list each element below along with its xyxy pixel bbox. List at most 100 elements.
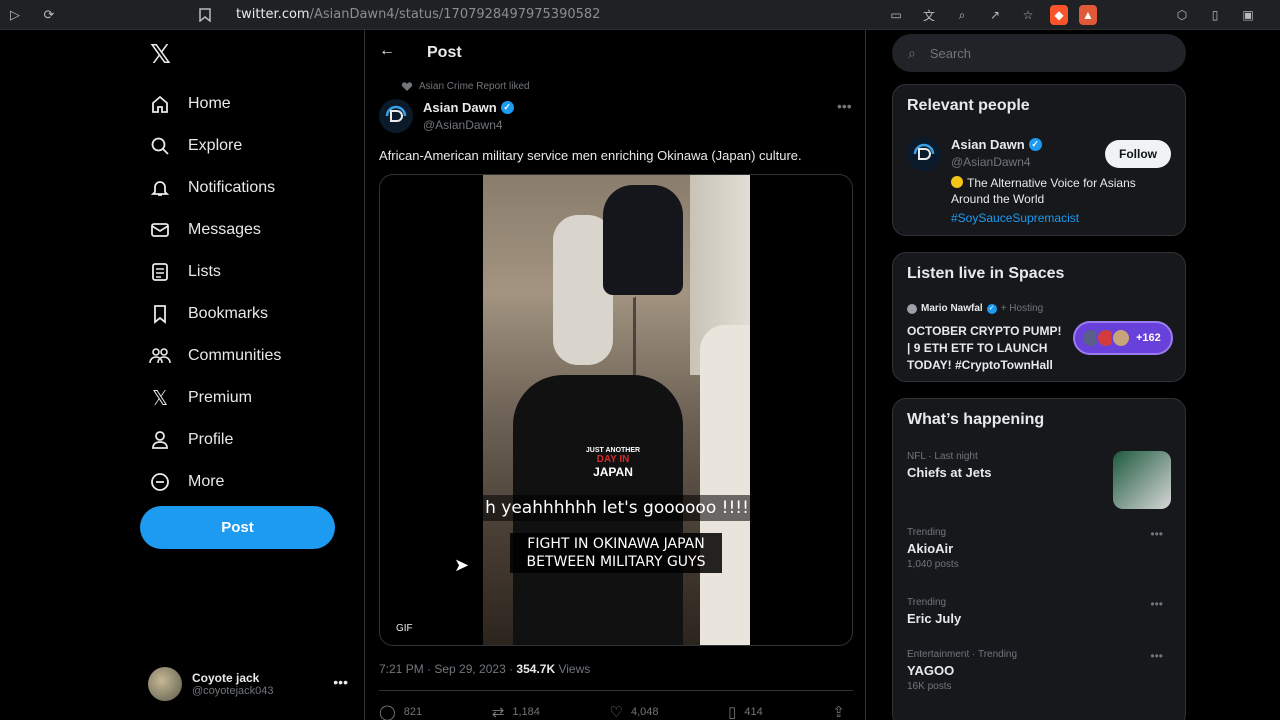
repost-count: 1,184 — [512, 706, 540, 718]
bio-text: The Alternative Voice for Asians Around … — [951, 176, 1136, 207]
nav-profile-label: Profile — [188, 431, 234, 448]
more-circle-icon — [148, 470, 172, 494]
back-arrow-icon[interactable]: ← — [379, 42, 395, 60]
person-handle: @AsianDawn4 — [951, 155, 1031, 169]
bookmark-icon — [148, 302, 172, 326]
space-host: Mario Nawfal ✓ + Hosting — [907, 303, 1043, 314]
more-dots-icon[interactable]: ••• — [1150, 527, 1163, 541]
more-dots-icon[interactable]: ••• — [1150, 649, 1163, 663]
space-title[interactable]: OCTOBER CRYPTO PUMP! | 9 ETH ETF TO LAUN… — [907, 323, 1067, 373]
brave-rewards-icon[interactable]: ▲ — [1079, 5, 1097, 25]
heart-icon — [401, 81, 413, 91]
x-icon: 𝕏 — [151, 386, 169, 410]
trend-item[interactable]: Trending AkioAir 1,040 posts ••• — [907, 527, 1173, 570]
x-logo-icon[interactable]: 𝕏 — [150, 40, 171, 70]
card-title: Relevant people — [907, 97, 1030, 114]
extensions-icon[interactable]: ⬡ — [1171, 5, 1193, 25]
asian-dawn-logo-icon — [385, 105, 407, 122]
like-button[interactable]: ♡ 4,048 — [610, 702, 659, 720]
bookmark-page-icon[interactable] — [192, 4, 218, 26]
hashtag-link[interactable]: #SoySauceSupremacist — [951, 211, 1079, 225]
avatar — [148, 667, 182, 701]
url-path: /AsianDawn4/status/1707928497975390582 — [309, 6, 601, 22]
overlay-line: BETWEEN MILITARY GUYS — [526, 554, 706, 571]
shirt-line: DAY IN — [596, 454, 630, 465]
heart-icon: ♡ — [609, 704, 623, 720]
avatar[interactable] — [907, 137, 941, 171]
author-handle[interactable]: @AsianDawn4 — [423, 118, 503, 132]
post-actions: ◯ 821 ⇄ 1,184 ♡ 4,048 ▯ 414 ⇪ — [379, 702, 853, 720]
reply-count: 821 — [403, 706, 423, 718]
search-input[interactable]: ⌕ Search — [892, 34, 1186, 72]
star-icon[interactable]: ☆ — [1017, 5, 1039, 25]
trend-name: YAGOO — [907, 663, 955, 678]
views-label: Views — [555, 662, 591, 676]
cast-icon[interactable]: ▭ — [885, 5, 907, 25]
more-dots-icon[interactable]: ••• — [837, 98, 852, 114]
share-button[interactable]: ⇪ — [832, 702, 853, 720]
wallet-icon[interactable]: ▣ — [1237, 5, 1259, 25]
social-context: Asian Crime Report liked — [401, 81, 530, 92]
reply-button[interactable]: ◯ 821 — [379, 702, 422, 720]
trend-count: 16K posts — [907, 681, 952, 692]
browser-toolbar: ▷ ⟳ twitter.com/AsianDawn4/status/170792… — [0, 0, 1280, 30]
url-host: twitter.com — [236, 6, 310, 22]
nav-lists-label: Lists — [188, 263, 221, 280]
nav-notifications-label: Notifications — [188, 179, 276, 196]
relevant-people-card: Relevant people Asian Dawn ✓ @AsianDawn4… — [892, 84, 1186, 236]
mouse-cursor-icon: ➤ — [454, 555, 470, 575]
nav-messages[interactable]: Messages — [148, 212, 261, 248]
author-avatar[interactable] — [379, 99, 413, 133]
tweet-text: African-American military service men en… — [379, 148, 802, 163]
video-player[interactable]: JUST ANOTHER DAY IN JAPAN h yeahhhhhh le… — [379, 174, 853, 646]
post-button[interactable]: Post — [140, 506, 335, 549]
video-frame: JUST ANOTHER DAY IN JAPAN — [483, 175, 750, 645]
author-name[interactable]: Asian Dawn ✓ — [423, 100, 514, 115]
sidebar-icon[interactable]: ▯ — [1204, 5, 1226, 25]
nav-communities[interactable]: Communities — [148, 338, 281, 374]
nav-notifications[interactable]: Notifications — [148, 170, 275, 206]
follow-button[interactable]: Follow — [1105, 140, 1171, 168]
bookmark-button[interactable]: ▯ 414 — [728, 702, 763, 720]
translate-icon[interactable]: 文 — [918, 5, 940, 25]
gif-badge: GIF — [396, 623, 413, 634]
address-bar[interactable]: twitter.com/AsianDawn4/status/1707928497… — [228, 2, 1278, 26]
trend-item[interactable]: Trending Eric July ••• — [907, 597, 1173, 626]
browser-actions: ▭ 文 ⌕ ↗ ☆ ◆ ▲ — [874, 4, 1097, 26]
person-name-label: Asian Dawn — [951, 137, 1025, 152]
share-icon[interactable]: ↗ — [984, 5, 1006, 25]
communities-icon — [148, 344, 172, 368]
main-column: ← Post Asian Crime Report liked Asian Da… — [364, 30, 866, 720]
account-switcher[interactable]: Coyote jack @coyotejack043 ••• — [148, 664, 348, 704]
space-listeners-pill[interactable]: +162 — [1073, 321, 1173, 355]
person-icon — [148, 428, 172, 452]
nav-premium-label: Premium — [188, 389, 253, 406]
nav-more[interactable]: More — [148, 464, 224, 500]
nav-bookmarks[interactable]: Bookmarks — [148, 296, 268, 332]
nav-explore[interactable]: Explore — [148, 128, 242, 164]
zoom-icon[interactable]: ⌕ — [951, 5, 973, 25]
social-context-label: Asian Crime Report liked — [419, 81, 530, 92]
brave-shields-icon[interactable]: ◆ — [1050, 5, 1068, 25]
play-icon[interactable]: ▷ — [2, 4, 28, 26]
nav-home-label: Home — [188, 95, 231, 112]
share-icon: ⇪ — [832, 704, 845, 720]
spaces-card: Listen live in Spaces Mario Nawfal ✓ + H… — [892, 252, 1186, 382]
left-nav: 𝕏 Home Explore Notifications Messages Li… — [140, 30, 360, 720]
nav-bookmarks-label: Bookmarks — [188, 305, 269, 322]
nav-lists[interactable]: Lists — [148, 254, 221, 290]
trend-item[interactable]: Entertainment · Trending YAGOO 16K posts… — [907, 649, 1173, 692]
more-dots-icon[interactable]: ••• — [1150, 597, 1163, 611]
asian-dawn-logo-icon — [913, 143, 935, 160]
repost-button[interactable]: ⇄ 1,184 — [492, 702, 540, 720]
nav-home[interactable]: Home — [148, 86, 231, 122]
video-figure — [700, 325, 750, 645]
person-name[interactable]: Asian Dawn ✓ — [951, 137, 1042, 152]
more-dots-icon[interactable]: ••• — [333, 674, 348, 690]
reload-icon[interactable]: ⟳ — [36, 4, 62, 26]
post-timestamp: 7:21 PM · Sep 29, 2023 · 354.7K Views — [379, 662, 590, 676]
trend-category: Trending — [907, 527, 947, 538]
nav-profile[interactable]: Profile — [148, 422, 233, 458]
nav-premium[interactable]: 𝕏 Premium — [148, 380, 252, 416]
listener-count: +162 — [1136, 332, 1161, 344]
